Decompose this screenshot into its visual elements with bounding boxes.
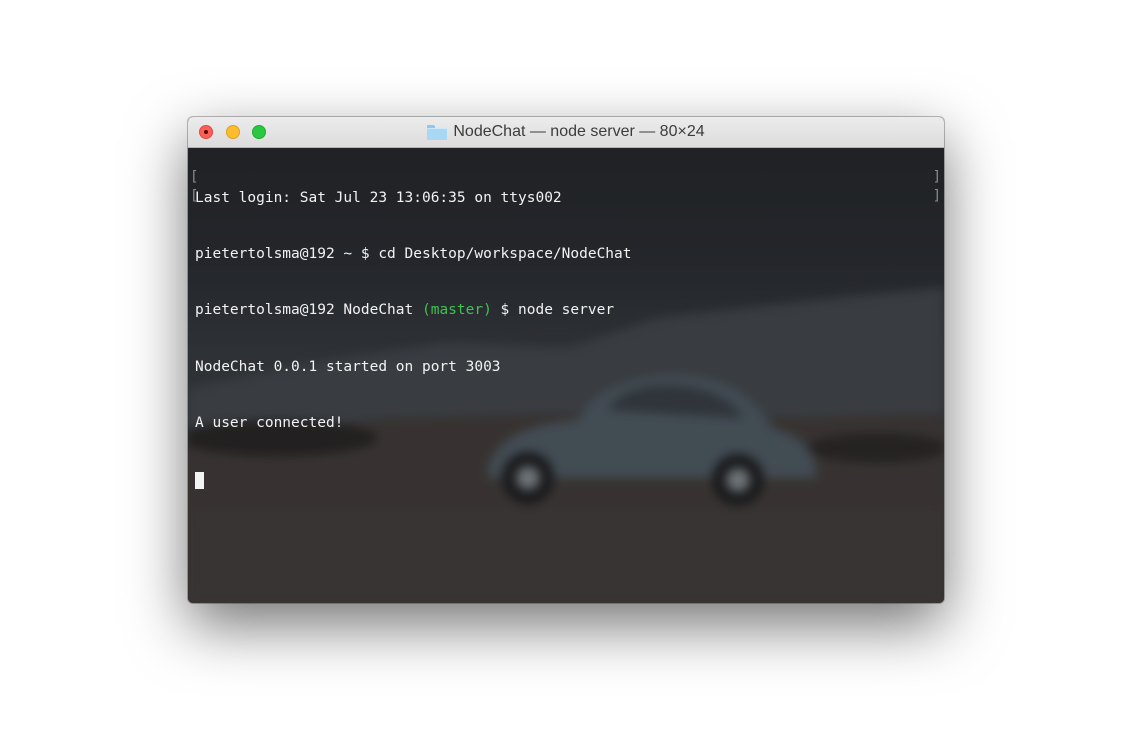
prompt-text: pietertolsma@192 NodeChat — [195, 302, 422, 319]
prompt-mark-close: ] — [932, 169, 941, 185]
folder-icon — [427, 124, 448, 140]
prompt-mark-close: ] — [932, 188, 941, 204]
terminal-window: NodeChat — node server — 80×24 [ [ ] ] L… — [188, 117, 944, 603]
window-title: NodeChat — node server — 80×24 — [188, 117, 944, 147]
command-text: $ node server — [491, 302, 615, 319]
terminal-line: Last login: Sat Jul 23 13:06:35 on ttys0… — [195, 189, 562, 206]
terminal-line: NodeChat 0.0.1 started on port 3003 — [195, 358, 501, 375]
title-bar[interactable]: NodeChat — node server — 80×24 — [188, 117, 944, 148]
window-title-text: NodeChat — node server — 80×24 — [453, 123, 705, 140]
git-branch: (master) — [421, 302, 492, 319]
terminal-line: A user connected! — [195, 415, 344, 432]
text-cursor — [195, 471, 204, 489]
terminal-output[interactable]: Last login: Sat Jul 23 13:06:35 on ttys0… — [195, 151, 632, 527]
terminal-content[interactable]: [ [ ] ] Last login: Sat Jul 23 13:06:35 … — [188, 148, 944, 603]
terminal-input-line[interactable] — [195, 471, 632, 490]
terminal-line: pietertolsma@192 NodeChat (master) $ nod… — [195, 301, 632, 320]
terminal-line: pietertolsma@192 ~ $ cd Desktop/workspac… — [195, 245, 632, 262]
